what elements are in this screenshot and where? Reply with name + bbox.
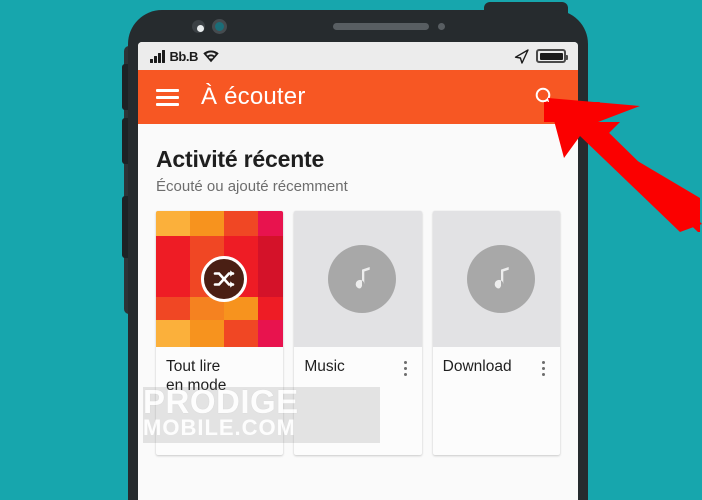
- card-download[interactable]: Download: [432, 211, 560, 455]
- card-label-line1: Tout lire: [166, 358, 221, 375]
- recent-activity-card-row: Tout lire en mode Music Download: [156, 211, 560, 455]
- phone-frame: Bb.B À écouter Activité récente Écouté o…: [128, 10, 588, 500]
- music-note-icon: [328, 245, 397, 313]
- app-bar: À écouter: [138, 70, 578, 124]
- app-title: À écouter: [201, 83, 306, 110]
- main-content: Activité récente Écouté ou ajouté récemm…: [138, 124, 578, 500]
- location-arrow-icon: [514, 48, 529, 64]
- mosaic-tile: [258, 297, 284, 320]
- mosaic-tile: [258, 235, 284, 298]
- music-note-icon: [466, 245, 535, 313]
- card-label-line2: en mode: [166, 377, 227, 394]
- search-icon[interactable]: [530, 82, 560, 112]
- section-subtitle: Écouté ou ajouté récemment: [156, 178, 348, 195]
- status-bar: Bb.B: [138, 42, 578, 70]
- mosaic-tile: [224, 319, 258, 347]
- card-label: Music: [304, 358, 345, 375]
- phone-sensor-bar: [128, 10, 588, 42]
- card-music[interactable]: Music: [294, 211, 422, 455]
- front-sensor-icon: [192, 20, 205, 33]
- carrier-label: Bb.B: [169, 48, 199, 64]
- signal-bars-icon: [150, 49, 165, 63]
- card-overflow-menu-button[interactable]: [398, 357, 414, 376]
- mosaic-tile: [258, 319, 284, 347]
- card-footer: Music: [294, 347, 421, 455]
- mosaic-tile: [156, 319, 190, 347]
- mosaic-tile: [190, 319, 224, 347]
- battery-full-icon: [536, 49, 568, 63]
- mosaic-tile: [258, 211, 284, 236]
- mosaic-tile: [190, 211, 224, 236]
- mosaic-tile: [224, 211, 258, 236]
- card-footer: Tout lire en mode: [156, 347, 283, 455]
- shuffle-icon[interactable]: [201, 256, 247, 302]
- card-artwork: [156, 211, 284, 347]
- mosaic-tile: [156, 211, 190, 236]
- hamburger-menu-icon[interactable]: [156, 88, 179, 106]
- phone-screen: Bb.B À écouter Activité récente Écouté o…: [138, 42, 578, 500]
- front-camera-icon: [212, 19, 227, 34]
- card-label: Download: [442, 358, 512, 375]
- card-artwork: [294, 211, 422, 347]
- status-bar-right: [514, 48, 568, 64]
- mosaic-tile: [156, 235, 190, 298]
- wifi-icon: [203, 49, 219, 62]
- earpiece-speaker: [333, 23, 429, 30]
- card-overflow-menu-button[interactable]: [536, 357, 552, 376]
- status-bar-left: Bb.B: [150, 48, 219, 64]
- card-shuffle-all[interactable]: Tout lire en mode: [156, 211, 284, 455]
- section-title: Activité récente: [156, 146, 325, 172]
- card-artwork: [432, 211, 560, 347]
- proximity-sensor-icon: [438, 23, 445, 30]
- card-label: Tout lire en mode: [166, 357, 275, 395]
- card-footer: Download: [433, 347, 560, 455]
- mosaic-tile: [156, 297, 190, 320]
